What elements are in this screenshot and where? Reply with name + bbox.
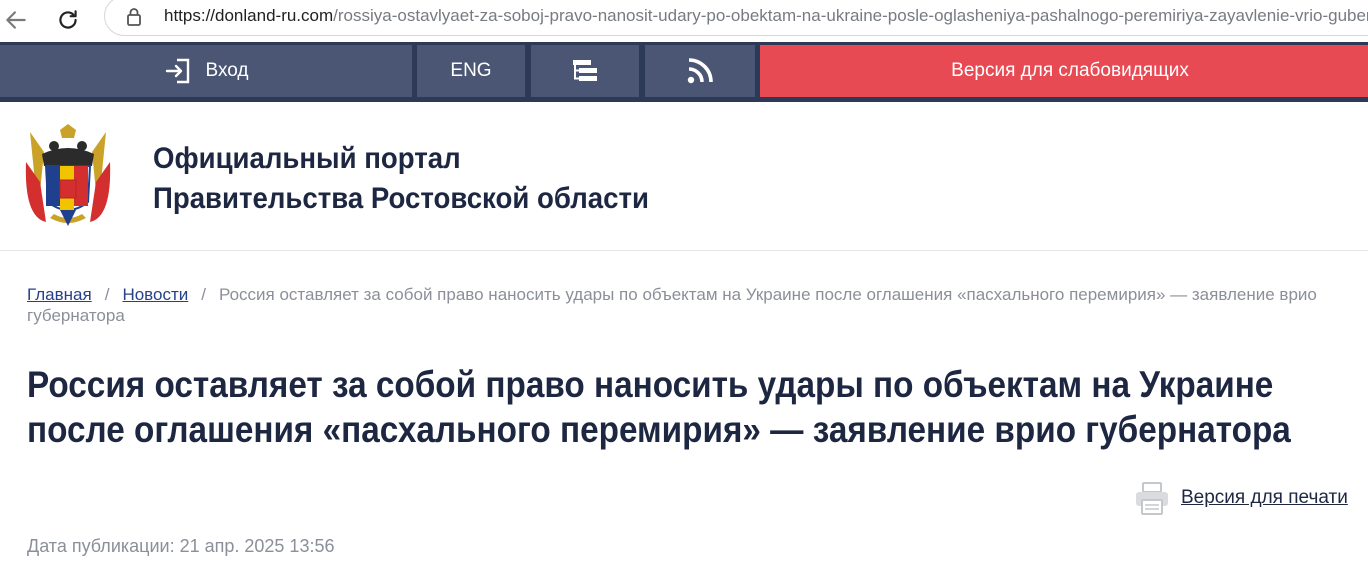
site-structure-button[interactable] bbox=[531, 45, 639, 97]
site-info-button[interactable] bbox=[122, 5, 146, 34]
reload-icon bbox=[59, 10, 77, 29]
printer-icon bbox=[1136, 482, 1168, 515]
lock-icon bbox=[127, 8, 141, 26]
lang-label: ENG bbox=[450, 60, 492, 81]
site-header: Официальный портал Правительства Ростовс… bbox=[0, 102, 1368, 251]
article-title-line1: Россия оставляет за собой право наносить… bbox=[27, 364, 1274, 405]
reload-button[interactable] bbox=[52, 4, 84, 36]
coat-of-arms-icon bbox=[25, 124, 111, 226]
coat-of-arms-logo[interactable] bbox=[20, 122, 116, 230]
breadcrumb-home-link[interactable]: Главная bbox=[27, 285, 92, 304]
url-path: /rossiya-ostavlyaet-za-soboj-pravo-nanos… bbox=[333, 6, 1368, 25]
login-icon bbox=[165, 58, 189, 84]
portal-title[interactable]: Официальный портал Правительства Ростовс… bbox=[153, 139, 649, 219]
url-text[interactable]: https://donland-ru.com/rossiya-ostavlyae… bbox=[164, 4, 1368, 28]
url-host: https://donland-ru.com bbox=[164, 6, 334, 25]
rss-icon bbox=[687, 58, 713, 84]
print-version-label: Версия для печати bbox=[1181, 487, 1348, 508]
breadcrumb: Главная / Новости / Россия оставляет за собо… bbox=[27, 284, 1347, 326]
login-button[interactable]: Вход bbox=[0, 45, 412, 97]
accessibility-version-button[interactable]: Версия для слабовидящих bbox=[760, 45, 1368, 97]
publication-date-label: Дата публикации: bbox=[27, 536, 175, 556]
publication-date: Дата публикации: 21 апр. 2025 13:56 bbox=[27, 536, 334, 557]
accessibility-label: Версия для слабовидящих bbox=[951, 60, 1189, 81]
breadcrumb-news-link[interactable]: Новости bbox=[122, 285, 188, 304]
publication-date-value: 21 апр. 2025 13:56 bbox=[179, 536, 335, 556]
back-button[interactable] bbox=[0, 4, 32, 36]
portal-title-line1: Официальный портал bbox=[153, 142, 461, 175]
article-title-line2: после оглашения «пасхального перемирия» … bbox=[27, 409, 1291, 450]
breadcrumb-separator: / bbox=[104, 285, 110, 304]
print-version-link[interactable]: Версия для печати bbox=[1134, 480, 1348, 516]
portal-title-line2: Правительства Ростовской области bbox=[153, 182, 649, 215]
rss-button[interactable] bbox=[645, 45, 755, 97]
english-version-button[interactable]: ENG bbox=[417, 45, 525, 97]
breadcrumb-current: Россия оставляет за собой право наносить… bbox=[27, 285, 1317, 325]
structure-icon bbox=[573, 60, 597, 81]
arrow-left-icon bbox=[6, 11, 26, 29]
browser-toolbar: https://donland-ru.com/rossiya-ostavlyae… bbox=[0, 0, 1368, 42]
top-navigation-bar: Вход ENG Версия для слабовидящих bbox=[0, 42, 1368, 102]
article-title: Россия оставляет за собой право наносить… bbox=[27, 362, 1291, 452]
login-label: Вход bbox=[205, 60, 249, 81]
breadcrumb-separator: / bbox=[201, 285, 206, 304]
